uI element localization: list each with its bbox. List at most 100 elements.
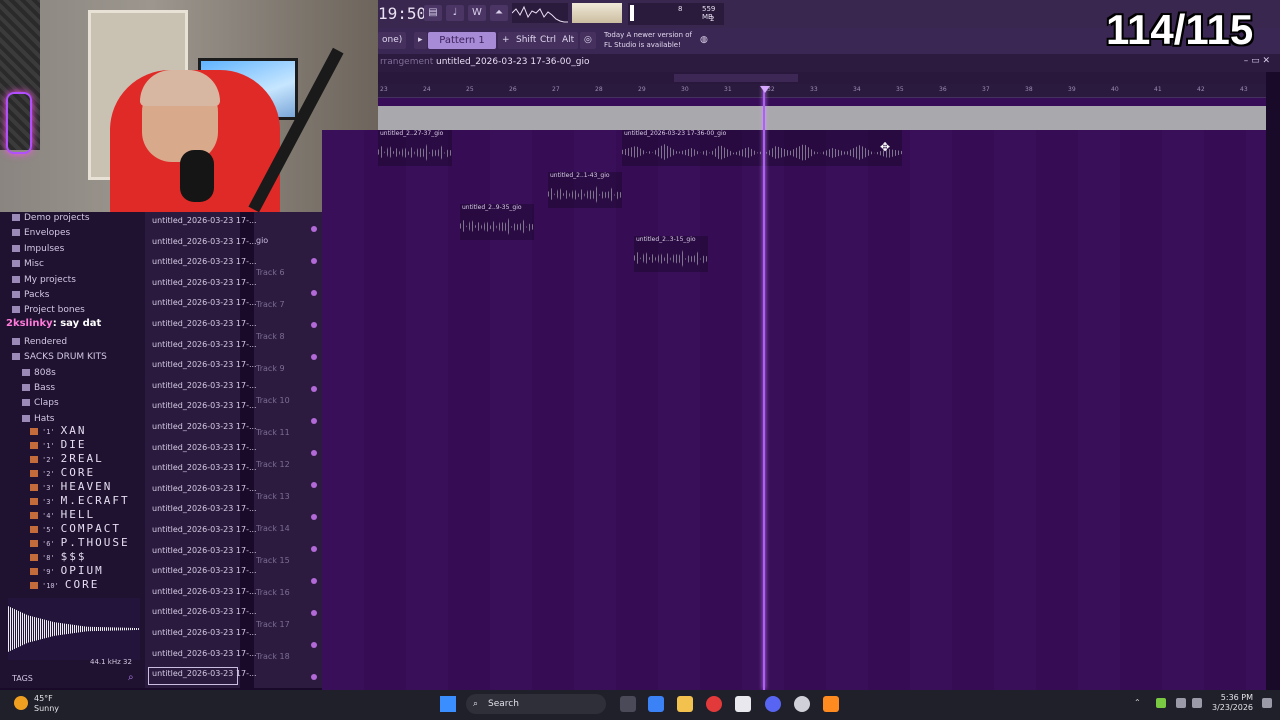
master-volume[interactable] (572, 3, 622, 23)
track-mute-icon[interactable] (311, 290, 317, 296)
kit-folder[interactable]: '3' HEAVEN (30, 480, 112, 493)
kit-folder[interactable]: '8' $$$ (30, 550, 87, 563)
track-mute-icon[interactable] (311, 482, 317, 488)
discord-icon[interactable] (765, 696, 781, 712)
track-label[interactable]: gio (256, 236, 268, 245)
file-item[interactable]: untitled_2026-03-23 17-... (152, 504, 257, 513)
browser-item[interactable]: Packs (12, 290, 49, 300)
pattern-arrow-icon[interactable]: ▸ (414, 32, 427, 49)
notification-icon[interactable] (1262, 698, 1272, 708)
track-label[interactable]: Track 15 (256, 556, 290, 565)
file-item[interactable]: untitled_2026-03-23 17-... (152, 237, 257, 246)
volume-icon[interactable] (1192, 698, 1202, 708)
track-mute-icon[interactable] (311, 386, 317, 392)
file-item[interactable]: untitled_2026-03-23 17-... (152, 216, 257, 225)
file-item[interactable]: untitled_2026-03-23 17-... (152, 422, 257, 431)
file-item[interactable]: untitled_2026-03-23 17-... (152, 669, 257, 678)
track-label[interactable]: Track 6 (256, 268, 285, 277)
wifi-icon[interactable] (1176, 698, 1186, 708)
track-mute-icon[interactable] (311, 546, 317, 552)
track-label[interactable]: Track 8 (256, 332, 285, 341)
track-mute-icon[interactable] (311, 610, 317, 616)
file-item[interactable]: untitled_2026-03-23 17-... (152, 319, 257, 328)
file-item[interactable]: untitled_2026-03-23 17-... (152, 360, 257, 369)
track-mute-icon[interactable] (311, 578, 317, 584)
playlist-breadcrumb[interactable]: rrangement (380, 57, 433, 67)
grey-automation-clip[interactable] (378, 106, 1266, 130)
track-label[interactable]: Track 18 (256, 652, 290, 661)
kit-folder[interactable]: '2' 2REAL (30, 452, 104, 465)
track-label[interactable]: Track 7 (256, 300, 285, 309)
audio-clip[interactable]: untitled_2026-03-23 17-36-00_gio (622, 130, 902, 166)
browser-item[interactable]: My projects (12, 275, 76, 285)
system-clock[interactable]: 5:36 PM 3/23/2026 (1212, 693, 1253, 713)
sample-preview[interactable] (8, 598, 140, 660)
song-position-clock[interactable]: 19:50 (378, 4, 426, 23)
search-icon[interactable]: ⌕ (128, 672, 134, 683)
windows-start-icon[interactable] (440, 696, 456, 712)
ctrl-key-button[interactable]: Ctrl (536, 32, 561, 49)
audio-clip[interactable]: untitled_2..1-43_gio (548, 172, 622, 208)
tags-label[interactable]: TAGS (12, 674, 33, 683)
browser-item[interactable]: Bass (22, 383, 55, 393)
browser-item[interactable]: Rendered (12, 337, 67, 347)
file-item[interactable]: untitled_2026-03-23 17-... (152, 649, 257, 658)
track-mute-icon[interactable] (311, 418, 317, 424)
track-label[interactable]: Track 16 (256, 588, 290, 597)
kit-folder[interactable]: '3' M.ECRAFT (30, 494, 130, 507)
browser-item[interactable]: 808s (22, 368, 56, 378)
weather-widget[interactable]: 45°F Sunny (34, 694, 59, 714)
kit-folder[interactable]: '2' CORE (30, 466, 95, 479)
file-item[interactable]: untitled_2026-03-23 17-... (152, 463, 257, 472)
track-label[interactable]: Track 9 (256, 364, 285, 373)
track-label[interactable]: Track 11 (256, 428, 290, 437)
file-item[interactable]: untitled_2026-03-23 17-... (152, 340, 257, 349)
kit-folder[interactable]: '9' OPIUM (30, 564, 104, 577)
playlist-scrollbar[interactable] (378, 72, 1266, 84)
opera-icon[interactable] (706, 696, 722, 712)
track-label[interactable]: Track 13 (256, 492, 290, 501)
file-item[interactable]: untitled_2026-03-23 17-... (152, 546, 257, 555)
store-icon[interactable] (735, 696, 751, 712)
kit-folder[interactable]: '4' HELL (30, 508, 95, 521)
alt-key-button[interactable]: Alt (558, 32, 579, 49)
audio-clip[interactable]: untitled_2..3-15_gio (634, 236, 708, 272)
kit-folder[interactable]: '6' P.THOUSE (30, 536, 130, 549)
file-item[interactable]: untitled_2026-03-23 17-... (152, 278, 257, 287)
file-item[interactable]: untitled_2026-03-23 17-... (152, 298, 257, 307)
scroll-thumb[interactable] (674, 74, 798, 82)
kit-folder[interactable]: '1' DIE (30, 438, 87, 451)
file-item[interactable]: untitled_2026-03-23 17-... (152, 525, 257, 534)
browser-item[interactable]: Misc (12, 259, 44, 269)
file-item[interactable]: untitled_2026-03-23 17-... (152, 587, 257, 596)
file-explorer-icon[interactable] (677, 696, 693, 712)
audio-clip[interactable]: untitled_2..9-35_gio (460, 204, 534, 240)
browser-item[interactable]: Hats (22, 414, 55, 424)
kit-folder[interactable]: '10' CORE (30, 578, 99, 591)
track-mute-icon[interactable] (311, 642, 317, 648)
window-controls-icon[interactable]: – ▭ ✕ (1244, 56, 1270, 66)
playhead-marker-icon[interactable] (760, 86, 770, 93)
file-item[interactable]: untitled_2026-03-23 17-... (152, 401, 257, 410)
tempo-icon[interactable]: ♩ (446, 5, 464, 21)
track-mute-icon[interactable] (311, 514, 317, 520)
file-item[interactable]: untitled_2026-03-23 17-... (152, 566, 257, 575)
kit-folder[interactable]: '1' XAN (30, 424, 87, 437)
file-item[interactable]: untitled_2026-03-23 17-... (152, 628, 257, 637)
copilot-icon[interactable] (648, 696, 664, 712)
file-item[interactable]: untitled_2026-03-23 17-... (152, 257, 257, 266)
playhead-line[interactable] (763, 86, 765, 690)
wait-icon[interactable]: W (468, 5, 486, 21)
track-mute-icon[interactable] (311, 674, 317, 680)
browser-item[interactable]: Demo projects (12, 213, 90, 223)
news-icon[interactable]: ◎ (580, 32, 596, 49)
track-label[interactable]: Track 12 (256, 460, 290, 469)
update-notice[interactable]: Today A newer version of FL Studio is av… (604, 30, 704, 52)
file-item[interactable]: untitled_2026-03-23 17-... (152, 443, 257, 452)
track-mute-icon[interactable] (311, 354, 317, 360)
browser-item[interactable]: SACKS DRUM KITS (12, 352, 107, 362)
browser-item[interactable]: Envelopes (12, 228, 70, 238)
fl-studio-icon[interactable] (823, 696, 839, 712)
track-label[interactable]: Track 17 (256, 620, 290, 629)
settings-icon[interactable] (794, 696, 810, 712)
